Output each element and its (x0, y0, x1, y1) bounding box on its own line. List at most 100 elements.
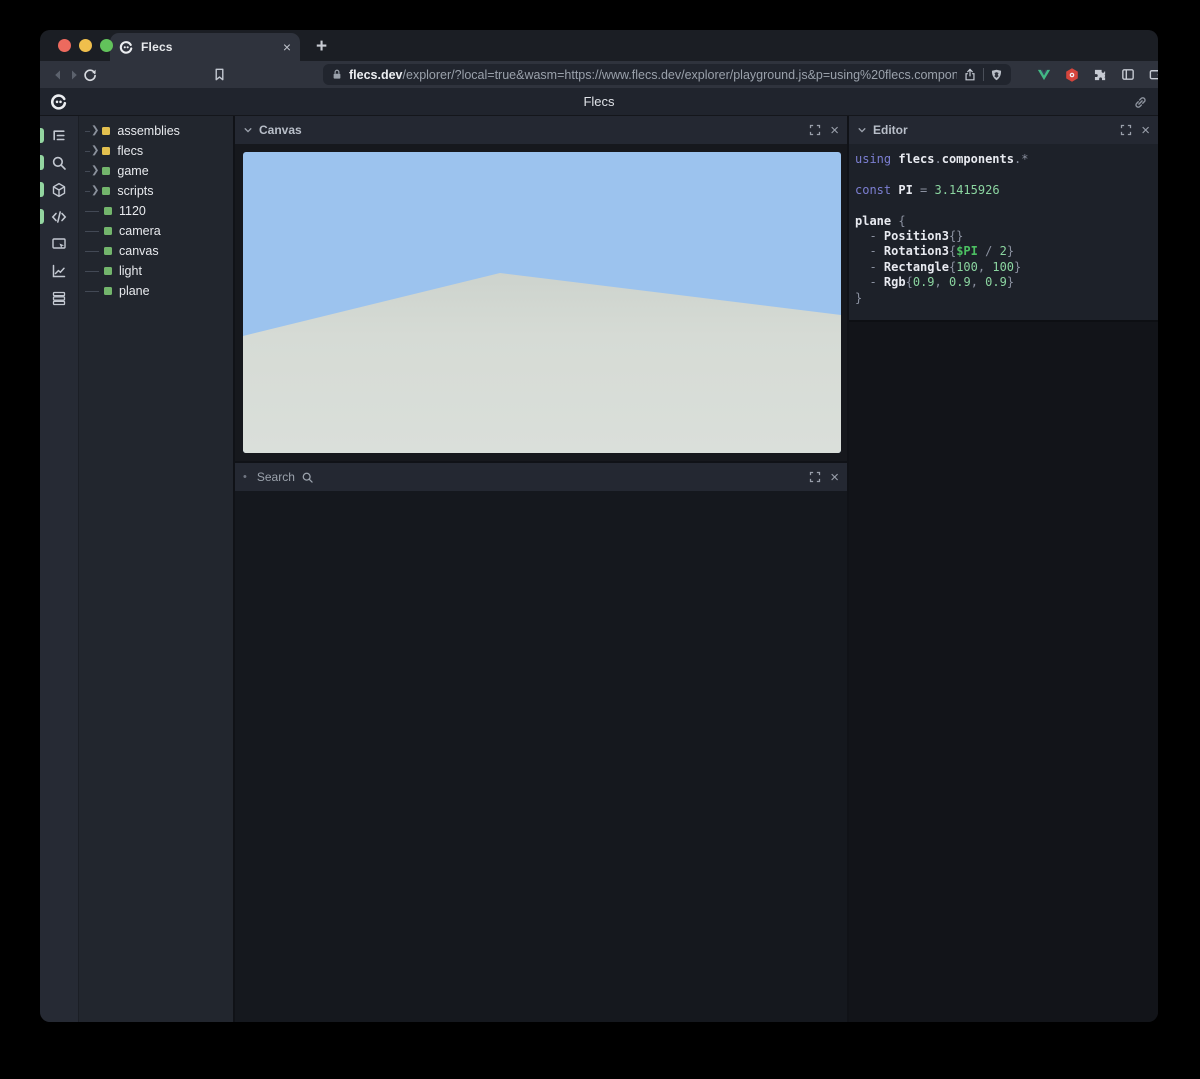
chevron-down-icon[interactable] (857, 125, 867, 135)
tree-guide-line (85, 131, 90, 132)
browser-tab[interactable]: Flecs × (110, 33, 300, 61)
rail-item-hierarchy-icon[interactable] (40, 122, 78, 149)
chevron-right-icon[interactable]: ❯ (91, 166, 99, 176)
code-editor[interactable]: using flecs.components.* const PI = 3.14… (849, 144, 1158, 320)
rail-item-canvas-screen-icon[interactable] (40, 230, 78, 257)
tree-item-label: game (117, 164, 148, 178)
canvas-body (235, 144, 847, 461)
entity-color-square (104, 287, 112, 295)
tab-title: Flecs (141, 40, 275, 54)
sidebar-icon[interactable] (1119, 66, 1137, 84)
lock-icon (331, 68, 343, 81)
rail-item-search-icon[interactable] (40, 149, 78, 176)
active-indicator (40, 209, 44, 224)
code-line: } (855, 291, 1152, 306)
bookmark-icon[interactable] (212, 64, 227, 86)
tree-item-label: plane (119, 284, 150, 298)
code-line: - Position3{} (855, 229, 1152, 244)
share-link-icon[interactable] (1133, 95, 1148, 110)
url-bar-separator (983, 68, 984, 81)
entity-color-square (102, 167, 110, 175)
code-line: - Rotation3{$PI / 2} (855, 244, 1152, 259)
forward-icon[interactable] (66, 64, 82, 86)
tab-close-icon[interactable]: × (283, 40, 291, 54)
fullscreen-icon[interactable] (809, 471, 821, 483)
fullscreen-icon[interactable] (1120, 124, 1132, 136)
vue-devtools-icon[interactable] (1035, 66, 1053, 84)
tree-item-camera[interactable]: camera (79, 221, 233, 241)
rail-item-cube-icon[interactable] (40, 176, 78, 203)
code-line (855, 167, 1152, 182)
chevron-right-icon[interactable]: ❯ (91, 126, 99, 136)
canvas-panel-header: Canvas × (235, 116, 847, 144)
entity-color-square (102, 147, 110, 155)
share-icon[interactable] (963, 68, 977, 82)
active-indicator (40, 155, 44, 170)
tree-guide-line (85, 151, 90, 152)
extensions-puzzle-icon[interactable] (1091, 66, 1109, 84)
editor-empty-area (849, 320, 1158, 1022)
search-panel-header[interactable]: • Search × (235, 463, 847, 491)
code-line: plane { (855, 214, 1152, 229)
tree-item-canvas[interactable]: canvas (79, 241, 233, 261)
flecs-favicon-icon (119, 40, 133, 54)
extension-hexagon-icon[interactable] (1063, 66, 1081, 84)
fullscreen-icon[interactable] (809, 124, 821, 136)
tree-guide-line (85, 271, 99, 272)
minimize-window-button[interactable] (79, 39, 92, 52)
rail-item-rows-icon[interactable] (40, 284, 78, 311)
main-empty-area (235, 491, 847, 1022)
reload-icon[interactable] (82, 64, 98, 86)
tree-item-game[interactable]: ❯ game (79, 161, 233, 181)
code-line: const PI = 3.1415926 (855, 183, 1152, 198)
code-line: using flecs.components.* (855, 152, 1152, 167)
url-host: flecs.dev (349, 68, 403, 82)
chevron-right-icon[interactable]: ❯ (91, 146, 99, 156)
close-window-button[interactable] (58, 39, 71, 52)
editor-panel-title: Editor (873, 123, 908, 137)
wallet-icon[interactable] (1147, 66, 1158, 84)
tree-item-plane[interactable]: plane (79, 281, 233, 301)
tree-guide-line (85, 291, 99, 292)
url-bar[interactable]: flecs.dev/explorer/?local=true&wasm=http… (323, 64, 1011, 85)
url-path: /explorer/?local=true&wasm=https://www.f… (403, 68, 957, 82)
center-column: Canvas × (233, 116, 847, 1022)
app-content: ❯assemblies❯flecs❯game❯scripts1120camera… (40, 116, 1158, 1022)
active-indicator (40, 182, 44, 197)
canvas-panel-title: Canvas (259, 123, 302, 137)
code-line: - Rgb{0.9, 0.9, 0.9} (855, 275, 1152, 290)
close-panel-icon[interactable]: × (830, 470, 839, 485)
back-icon[interactable] (50, 64, 66, 86)
tree-item-light[interactable]: light (79, 261, 233, 281)
tree-item-scripts[interactable]: ❯ scripts (79, 181, 233, 201)
chevron-down-icon[interactable] (243, 125, 253, 135)
bullet-icon: • (243, 471, 247, 483)
zoom-window-button[interactable] (100, 39, 113, 52)
search-magnifier-icon (301, 471, 314, 484)
rail-item-code-icon[interactable] (40, 203, 78, 230)
tree-guide-line (85, 211, 99, 212)
active-indicator (40, 128, 44, 143)
rail-item-chart-icon[interactable] (40, 257, 78, 284)
close-panel-icon[interactable]: × (1141, 123, 1150, 138)
new-tab-button[interactable]: + (316, 38, 327, 56)
tree-item-label: flecs (117, 144, 143, 158)
url-text: flecs.dev/explorer/?local=true&wasm=http… (349, 68, 957, 82)
editor-column: Editor × using flecs.components.* const … (847, 116, 1158, 1022)
entity-color-square (104, 227, 112, 235)
search-panel-title: Search (257, 470, 295, 484)
tree-item-label: scripts (117, 184, 153, 198)
brave-shield-icon[interactable] (990, 68, 1003, 82)
chevron-right-icon[interactable]: ❯ (91, 186, 99, 196)
3d-viewport[interactable] (243, 152, 841, 453)
extension-icons (1035, 66, 1158, 84)
code-line (855, 198, 1152, 213)
icon-rail (40, 116, 78, 1022)
tree-guide-line (85, 231, 99, 232)
tree-item-flecs[interactable]: ❯ flecs (79, 141, 233, 161)
tree-item-label: canvas (119, 244, 159, 258)
app-title: Flecs (40, 94, 1158, 109)
tree-item-assemblies[interactable]: ❯assemblies (79, 121, 233, 141)
close-panel-icon[interactable]: × (830, 123, 839, 138)
tree-item-1120[interactable]: 1120 (79, 201, 233, 221)
